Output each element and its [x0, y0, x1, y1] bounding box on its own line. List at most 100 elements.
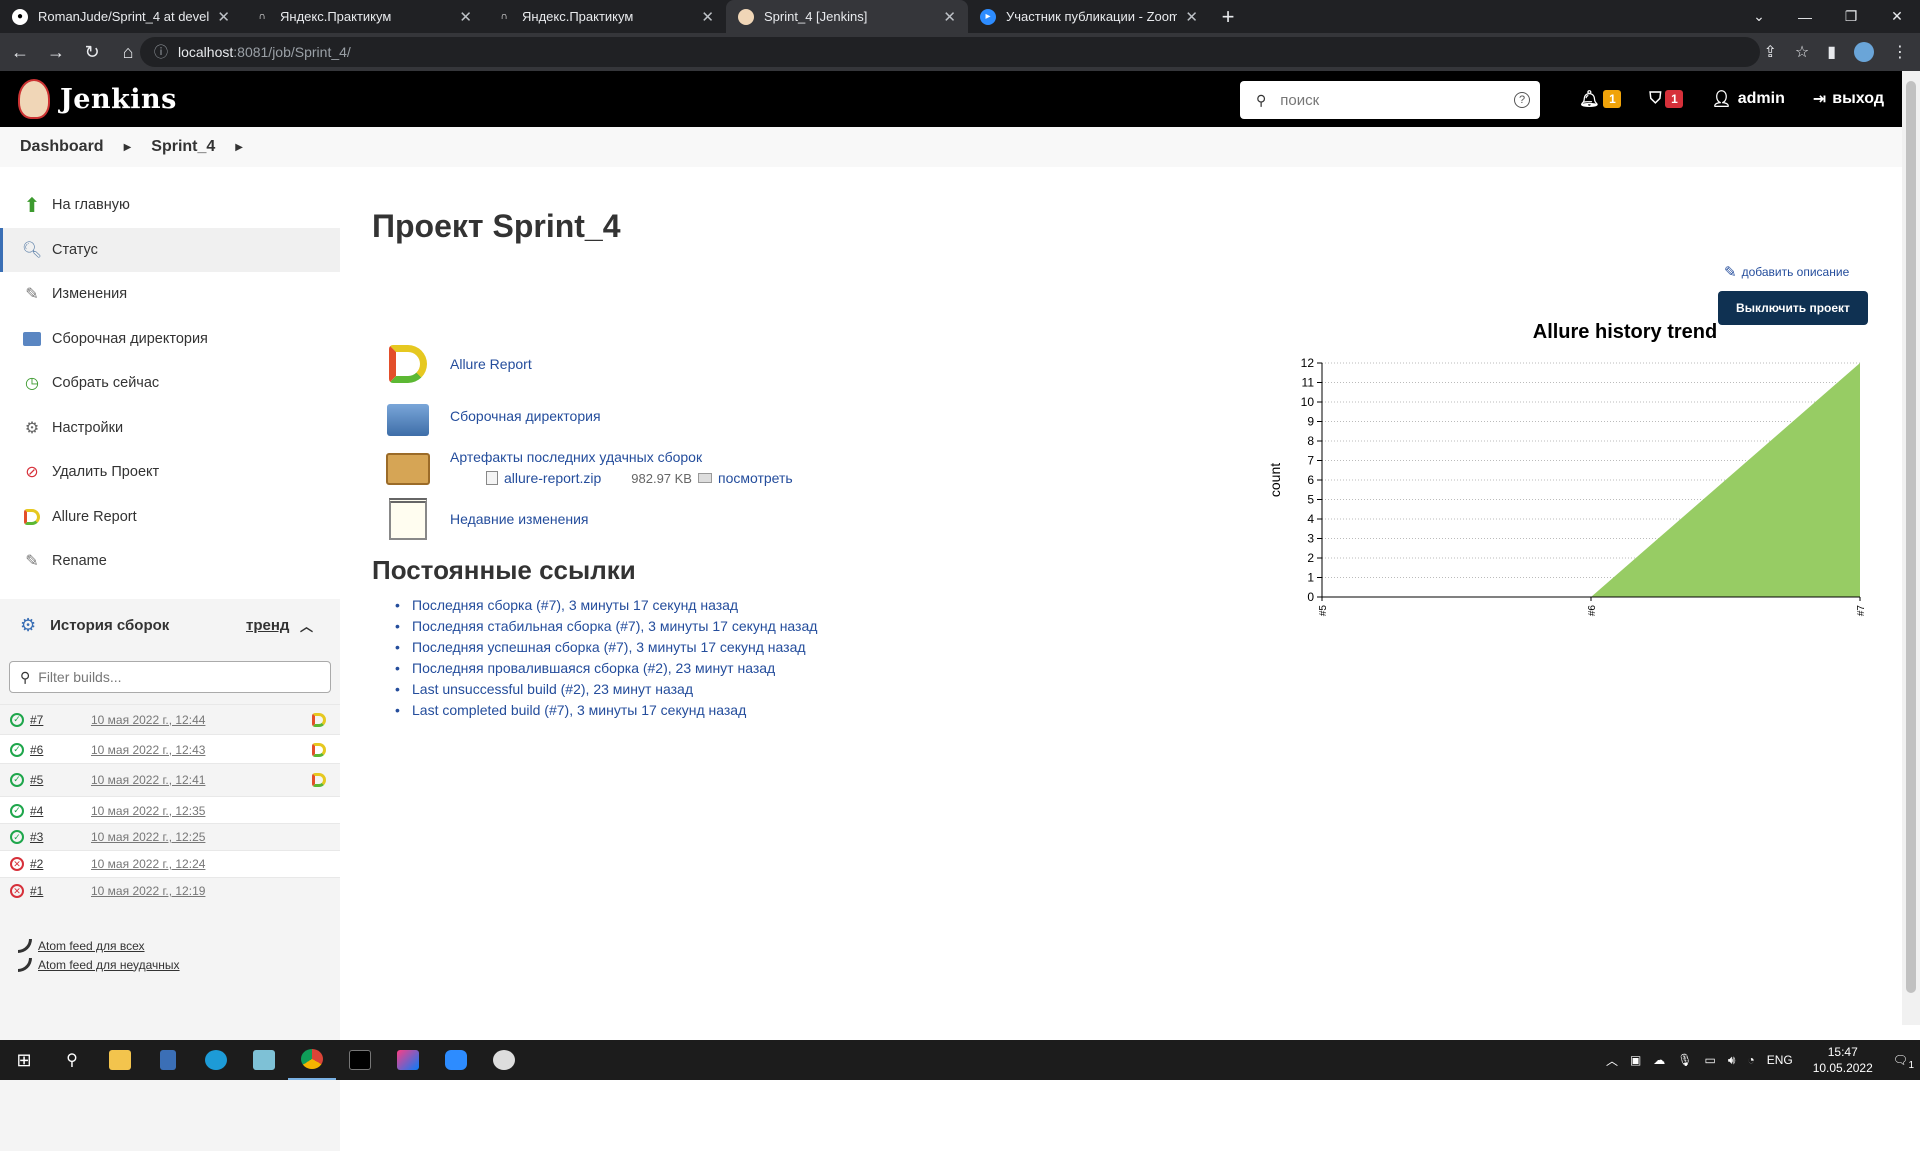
user-link[interactable]: 👤︎ admin — [1711, 89, 1784, 109]
disable-project-button[interactable]: Выключить проект — [1718, 291, 1868, 325]
permalink-item[interactable]: Last unsuccessful build (#2), 23 минут н… — [395, 678, 817, 699]
build-row[interactable]: ✕#210 мая 2022 г., 12:24 — [0, 850, 340, 877]
build-number-link[interactable]: #7 — [30, 713, 43, 727]
build-number-link[interactable]: #3 — [30, 830, 43, 844]
breadcrumb-dashboard[interactable]: Dashboard — [20, 138, 104, 156]
build-row[interactable]: ✓#610 мая 2022 г., 12:43 — [0, 734, 340, 764]
allure-icon[interactable] — [312, 773, 326, 787]
sidebar-item-changes[interactable]: ✎ Изменения — [0, 272, 340, 317]
build-number-link[interactable]: #5 — [30, 773, 43, 787]
feed-failed-link[interactable]: Atom feed для неудачных — [38, 958, 180, 972]
close-tab-icon[interactable]: ✕ — [217, 8, 230, 26]
menu-icon[interactable]: ⋮ — [1892, 42, 1908, 62]
build-number-link[interactable]: #6 — [30, 743, 43, 757]
microphone-icon[interactable]: 🎙︎ — [1677, 1053, 1692, 1067]
view-artifact-link[interactable]: посмотреть — [718, 470, 793, 486]
profile-avatar[interactable] — [1854, 42, 1874, 62]
permalink-item[interactable]: Последняя провалившаяся сборка (#2), 23 … — [395, 657, 817, 678]
sidebar-item-workspace[interactable]: Сборочная директория — [0, 317, 340, 362]
build-number-link[interactable]: #4 — [30, 804, 43, 818]
build-number-link[interactable]: #1 — [30, 884, 43, 898]
tab-search-icon[interactable]: ⌄ — [1736, 0, 1782, 33]
logout-link[interactable]: ⇥ выход — [1813, 89, 1884, 109]
volume-icon[interactable]: 🔊︎ — [1728, 1053, 1736, 1068]
recent-changes-link[interactable]: Недавние изменения — [386, 497, 589, 541]
sidebar-item-rename[interactable]: ✎ Rename — [0, 539, 340, 584]
help-icon[interactable]: ? — [1514, 92, 1530, 108]
close-tab-icon[interactable]: ✕ — [943, 8, 956, 26]
minimize-button[interactable]: — — [1782, 0, 1828, 33]
paint-icon[interactable] — [480, 1040, 528, 1080]
sidebar-item-allure[interactable]: Allure Report — [0, 495, 340, 540]
page-scrollbar[interactable] — [1902, 71, 1920, 1025]
reload-button[interactable]: ↻ — [76, 36, 108, 68]
build-date-link[interactable]: 10 мая 2022 г., 12:44 — [91, 713, 205, 727]
meet-now-icon[interactable]: ▣ — [1630, 1053, 1641, 1067]
filter-builds-input[interactable]: ⚲ Filter builds... — [9, 661, 331, 693]
address-bar[interactable]: ⓘ localhost:8081/job/Sprint_4/ — [140, 37, 1760, 67]
site-info-icon[interactable]: ⓘ — [154, 42, 168, 62]
side-panel-icon[interactable]: ▮ — [1827, 42, 1836, 62]
build-date-link[interactable]: 10 мая 2022 г., 12:24 — [91, 857, 205, 871]
browser-tab-practicum-1[interactable]: ∩ Яндекс.Практикум ✕ — [242, 0, 484, 33]
build-date-link[interactable]: 10 мая 2022 г., 12:41 — [91, 773, 205, 787]
browser-tab-zoom[interactable]: ▸ Участник публикации - Zoom ✕ — [968, 0, 1210, 33]
share-icon[interactable]: ⇪ — [1763, 42, 1776, 62]
chevron-up-icon[interactable]: ︿ — [1606, 1052, 1618, 1069]
browser-tab-jenkins[interactable]: Sprint_4 [Jenkins] ✕ — [726, 0, 968, 33]
close-tab-icon[interactable]: ✕ — [701, 8, 714, 26]
security-button[interactable]: ⛉ 1 — [1649, 90, 1683, 108]
close-tab-icon[interactable]: ✕ — [459, 8, 472, 26]
build-row[interactable]: ✓#410 мая 2022 г., 12:35 — [0, 796, 340, 824]
notepad-app-icon[interactable] — [240, 1040, 288, 1080]
browser-tab-github[interactable]: ● RomanJude/Sprint_4 at develop ✕ — [0, 0, 242, 33]
search-input[interactable]: ⚲ поиск ? — [1240, 81, 1540, 119]
edge-icon[interactable] — [192, 1040, 240, 1080]
trend-link[interactable]: тренд — [246, 617, 289, 634]
sidebar-item-home[interactable]: ⬆ На главную — [0, 183, 340, 228]
file-explorer-icon[interactable] — [96, 1040, 144, 1080]
permalink-item[interactable]: Последняя стабильная сборка (#7), 3 мину… — [395, 615, 817, 636]
workspace-link[interactable]: Сборочная директория — [386, 394, 601, 438]
build-date-link[interactable]: 10 мая 2022 г., 12:43 — [91, 743, 205, 757]
feed-all-link[interactable]: Atom feed для всех — [38, 939, 145, 953]
build-date-link[interactable]: 10 мая 2022 г., 12:25 — [91, 830, 205, 844]
scrollbar-thumb[interactable] — [1906, 81, 1916, 993]
allure-icon[interactable] — [312, 713, 326, 727]
zoom-app-icon[interactable] — [432, 1040, 480, 1080]
build-date-link[interactable]: 10 мая 2022 г., 12:35 — [91, 804, 205, 818]
windows-start-icon[interactable]: ⊞ — [0, 1040, 48, 1080]
add-description-link[interactable]: ✎ добавить описание — [1724, 263, 1849, 281]
build-row[interactable]: ✓#710 мая 2022 г., 12:44 — [0, 704, 340, 734]
back-button[interactable]: ← — [4, 36, 36, 68]
clock[interactable]: 15:47 10.05.2022 — [1813, 1044, 1873, 1076]
artifact-file-link[interactable]: allure-report.zip — [504, 470, 601, 486]
permalink-item[interactable]: Last completed build (#7), 3 минуты 17 с… — [395, 699, 817, 720]
build-row[interactable]: ✓#510 мая 2022 г., 12:41 — [0, 763, 340, 795]
sidebar-item-build-now[interactable]: ◷ Собрать сейчас — [0, 361, 340, 406]
terminal-icon[interactable] — [336, 1040, 384, 1080]
allure-icon[interactable] — [312, 743, 326, 757]
allure-report-link[interactable]: Allure Report — [386, 342, 532, 386]
build-row[interactable]: ✓#310 мая 2022 г., 12:25 — [0, 823, 340, 850]
jenkins-logo[interactable]: Jenkins — [18, 79, 177, 119]
breadcrumb-separator-icon[interactable]: ▶ — [235, 142, 243, 153]
chrome-icon[interactable] — [288, 1040, 336, 1080]
restore-button[interactable]: ❐ — [1828, 0, 1874, 33]
build-number-link[interactable]: #2 — [30, 857, 43, 871]
calculator-icon[interactable] — [144, 1040, 192, 1080]
notifications-center-icon[interactable]: 🗨︎1 — [1893, 1053, 1908, 1067]
permalink-item[interactable]: Последняя сборка (#7), 3 минуты 17 секун… — [395, 594, 817, 615]
intellij-icon[interactable] — [384, 1040, 432, 1080]
search-icon[interactable]: ⚲ — [48, 1040, 96, 1080]
breadcrumb-separator-icon[interactable]: ▶ — [124, 142, 132, 153]
notifications-button[interactable]: 🔔︎ 1 — [1579, 89, 1621, 109]
network-icon[interactable]: ◔ — [1747, 1053, 1754, 1067]
sidebar-item-status[interactable]: 🔍︎ Статус — [0, 228, 340, 273]
browser-tab-practicum-2[interactable]: ∩ Яндекс.Практикум ✕ — [484, 0, 726, 33]
onedrive-cloud-icon[interactable]: ☁ — [1653, 1053, 1665, 1067]
permalink-item[interactable]: Последняя успешная сборка (#7), 3 минуты… — [395, 636, 817, 657]
build-row[interactable]: ✕#110 мая 2022 г., 12:19 — [0, 877, 340, 904]
breadcrumb-sprint4[interactable]: Sprint_4 — [151, 138, 215, 156]
new-tab-button[interactable]: + — [1210, 0, 1246, 33]
